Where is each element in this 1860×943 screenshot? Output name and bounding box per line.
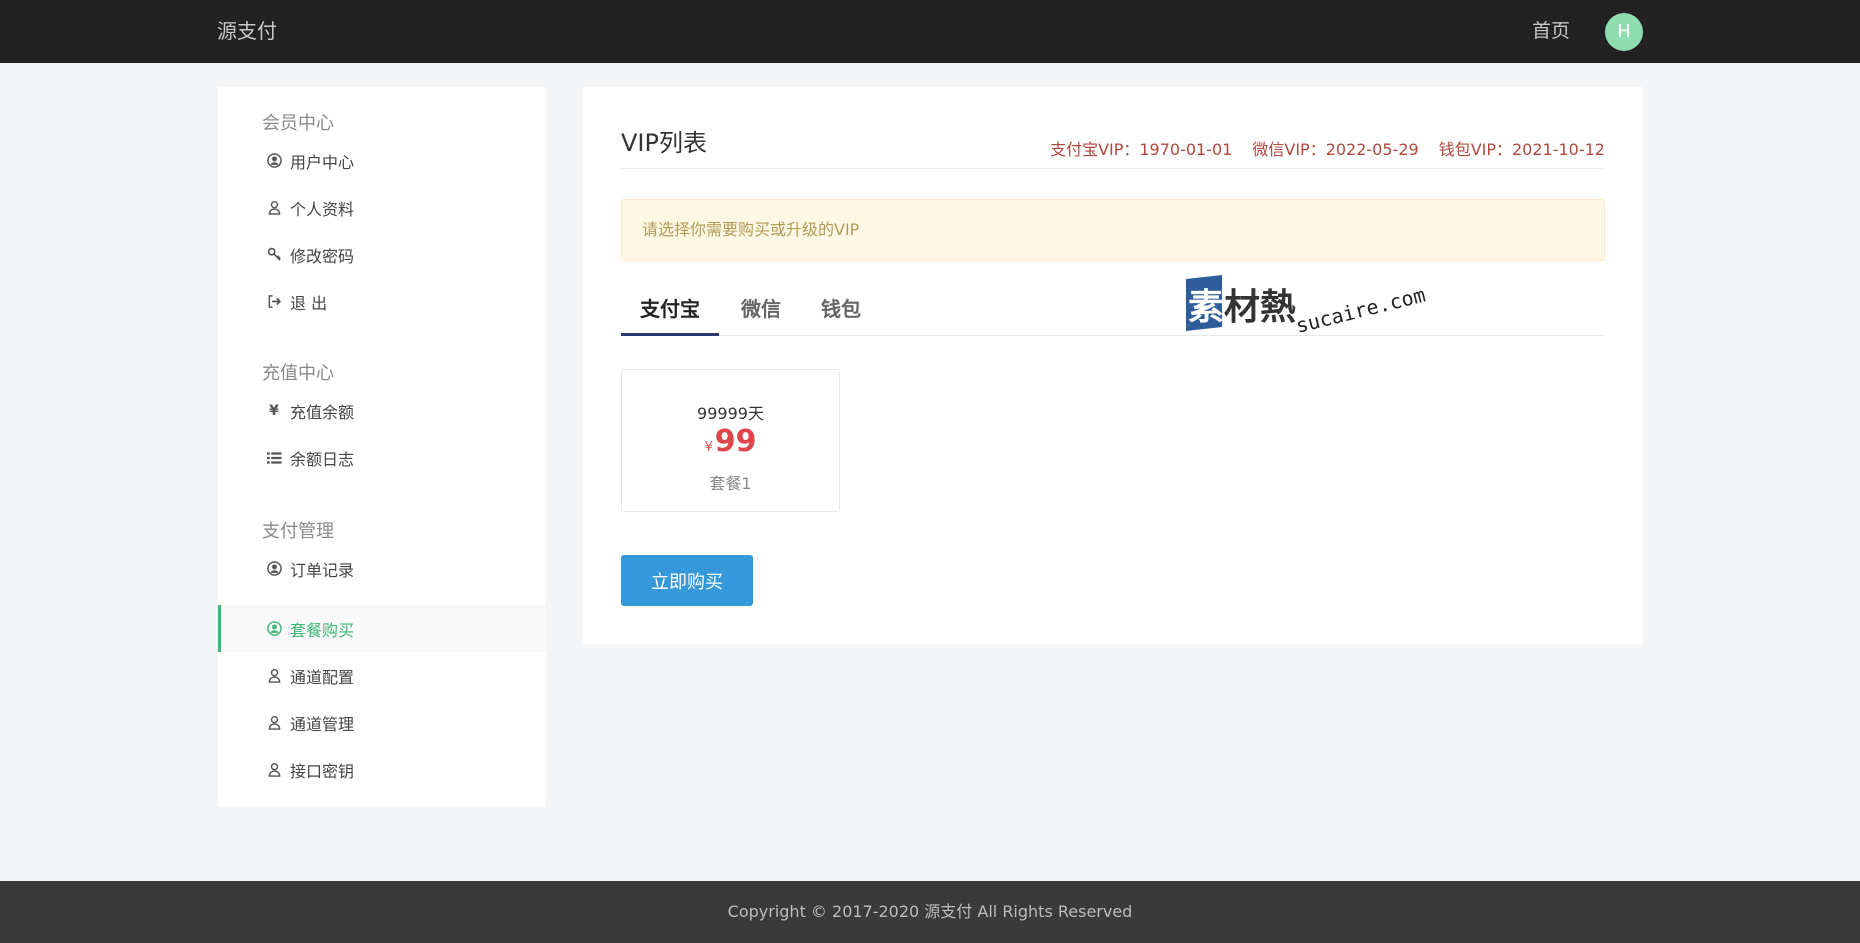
sidebar-item-logout[interactable]: 退 出: [218, 278, 546, 325]
user-outline-icon: [266, 668, 282, 684]
sidebar-item-channel-management[interactable]: 通道管理: [218, 699, 546, 746]
key-icon: [266, 247, 282, 263]
plan-price: ¥99: [622, 424, 839, 459]
sidebar-item-change-password[interactable]: 修改密码: [218, 231, 546, 278]
sidebar-item-label: 套餐购买: [290, 620, 355, 640]
list-icon: [266, 450, 282, 466]
sidebar-item-api-key[interactable]: 接口密钥: [218, 746, 546, 793]
user-avatar[interactable]: H: [1605, 13, 1643, 51]
user-outline-icon: [266, 715, 282, 731]
plan-name: 套餐1: [709, 474, 752, 493]
sidebar-item-label: 订单记录: [290, 560, 355, 580]
sidebar-item-label: 退 出: [290, 293, 328, 313]
vip-status-list: 支付宝VIP：1970-01-01 微信VIP：2022-05-29 钱包VIP…: [1050, 136, 1605, 160]
buy-now-button[interactable]: 立即购买: [621, 555, 753, 606]
watermark-cn-first: 素: [1188, 287, 1224, 328]
sidebar-item-label: 通道管理: [290, 714, 355, 734]
sidebar-item-profile[interactable]: 个人资料: [218, 184, 546, 231]
brand-logo-text[interactable]: 源支付: [217, 0, 277, 62]
sidebar-item-label: 修改密码: [290, 246, 355, 266]
title-divider: [621, 168, 1605, 169]
plan-card[interactable]: 99999天 ¥99 套餐1: [621, 369, 840, 512]
user-outline-icon: [266, 200, 282, 216]
watermark-en: sucaire.com: [1293, 283, 1427, 338]
plan-price-amount: 99: [714, 424, 757, 459]
vip-status-wallet: 钱包VIP：2021-10-12: [1438, 140, 1605, 159]
sidebar-item-label: 通道配置: [290, 667, 355, 687]
sidebar-group-title-member: 会员中心: [262, 113, 334, 134]
vip-list-panel: VIP列表 支付宝VIP：1970-01-01 微信VIP：2022-05-29…: [583, 87, 1643, 644]
sidebar-item-label: 余额日志: [290, 449, 355, 469]
payment-tabs: 支付宝 微信 钱包: [621, 292, 1605, 336]
sidebar-item-label: 接口密钥: [290, 761, 355, 781]
nav-home-link[interactable]: 首页: [1532, 0, 1570, 62]
sidebar-item-label: 个人资料: [290, 199, 355, 219]
top-navbar: 源支付 首页 H: [0, 0, 1860, 63]
watermark-cn-rest: 材熱: [1224, 287, 1296, 328]
sidebar-item-balance-log[interactable]: 余额日志: [218, 434, 546, 481]
sidebar-item-recharge-balance[interactable]: ¥ 充值余额: [218, 387, 546, 434]
currency-symbol: ¥: [704, 440, 713, 455]
sidebar-item-channel-config[interactable]: 通道配置: [218, 652, 546, 699]
sidebar-group-title-recharge: 充值中心: [262, 363, 334, 384]
sidebar-item-label: 充值余额: [290, 402, 355, 422]
sidebar-item-user-center[interactable]: 用户中心: [218, 137, 546, 184]
sign-out-icon: [266, 294, 282, 310]
plan-days: 99999天: [697, 404, 764, 423]
sidebar-item-package-purchase[interactable]: 套餐购买: [218, 605, 546, 652]
info-alert: 请选择你需要购买或升级的VIP: [621, 199, 1605, 261]
vip-status-alipay: 支付宝VIP：1970-01-01: [1050, 140, 1233, 159]
footer: Copyright © 2017-2020 源支付 All Rights Res…: [0, 881, 1860, 943]
sidebar: 会员中心 用户中心 个人资料 修改密码 退 出 充值中心 ¥ 充值余额 余额日志…: [218, 87, 546, 807]
yen-icon: ¥: [269, 402, 279, 419]
tab-wallet[interactable]: 钱包: [809, 292, 873, 336]
sidebar-group-title-payment: 支付管理: [262, 521, 334, 542]
tab-wechat[interactable]: 微信: [729, 292, 793, 336]
sidebar-item-order-records[interactable]: 订单记录: [218, 545, 546, 592]
footer-copyright: Copyright © 2017-2020 源支付 All Rights Res…: [727, 902, 1133, 921]
user-circle-icon: [266, 561, 282, 577]
user-outline-icon: [266, 762, 282, 778]
page-title: VIP列表: [621, 129, 707, 157]
vip-status-wechat: 微信VIP：2022-05-29: [1252, 140, 1419, 159]
sidebar-item-label: 用户中心: [290, 152, 355, 172]
user-circle-icon: [266, 153, 282, 169]
watermark: 素 材熱 sucaire.com: [1180, 269, 1430, 339]
user-circle-icon: [266, 621, 282, 637]
tab-alipay[interactable]: 支付宝: [621, 292, 719, 336]
